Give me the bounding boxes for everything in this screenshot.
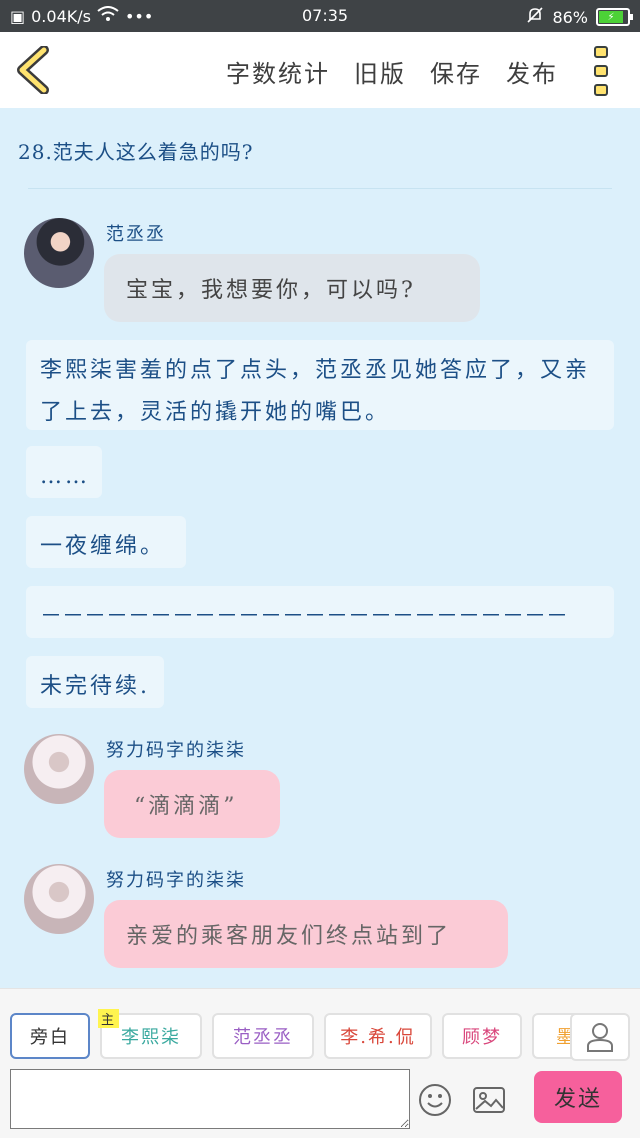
image-icon (473, 1087, 505, 1113)
speaker-name: 努力码字的柒柒 (106, 870, 246, 891)
status-bar: ▣ 0.04K/s ••• 07:35 86% ⚡ (0, 0, 640, 32)
composer-bar: 旁白 主 李熙柒 范丞丞 李.希.侃 顾梦 墨 发送 (0, 988, 640, 1138)
role-li-xikan[interactable]: 李.希.侃 (324, 1013, 432, 1059)
menu-dot-icon (594, 84, 608, 96)
story-content: 28.范夫人这么着急的吗? 范丞丞 宝宝，我想要你，可以吗? 李熙柒害羞的点了点… (0, 108, 640, 988)
narration-block[interactable]: －－－－－－－－－－－－－－－－－－－－－－－－ (26, 586, 614, 638)
speaker-name: 努力码字的柒柒 (106, 740, 246, 761)
word-count-button[interactable]: 字数统计 (226, 54, 330, 89)
role-narrator[interactable]: 旁白 (10, 1013, 90, 1059)
avatar[interactable] (24, 218, 94, 288)
chat-bubble[interactable]: 亲爱的乘客朋友们终点站到了 (104, 900, 508, 968)
menu-dot-icon (594, 65, 608, 77)
menu-dot-icon (594, 46, 608, 58)
back-button[interactable] (14, 45, 54, 95)
editor-header: 字数统计 旧版 保存 发布 (0, 32, 640, 108)
role-gu-meng[interactable]: 顾梦 (442, 1013, 522, 1059)
chat-bubble[interactable]: 宝宝，我想要你，可以吗? (104, 254, 480, 322)
send-button[interactable]: 发送 (534, 1071, 622, 1123)
role-li-xiqi[interactable]: 主 李熙柒 (98, 1009, 202, 1059)
role-fan-chengcheng[interactable]: 范丞丞 (212, 1013, 314, 1059)
person-icon (587, 1023, 613, 1052)
divider (28, 188, 612, 189)
wifi-icon (97, 6, 119, 26)
old-version-button[interactable]: 旧版 (354, 54, 406, 89)
role-label: 李.希.侃 (340, 1027, 416, 1048)
narration-block[interactable]: 一夜缠绵。 (26, 516, 186, 568)
narration-block[interactable]: 李熙柒害羞的点了点头，范丞丞见她答应了，又亲了上去，灵活的撬开她的嘴巴。 (26, 340, 614, 430)
avatar[interactable] (24, 864, 94, 934)
publish-button[interactable]: 发布 (506, 54, 558, 89)
main-role-badge: 主 (98, 1009, 120, 1028)
narration-block[interactable]: 未完待续. (26, 656, 164, 708)
mute-bell-icon (526, 6, 544, 28)
save-button[interactable]: 保存 (430, 54, 482, 89)
message-input[interactable] (10, 1069, 410, 1129)
network-speed: 0.04K/s (31, 6, 91, 26)
chat-bubble[interactable]: “滴滴滴” (104, 770, 280, 838)
speaker-name: 范丞丞 (106, 224, 166, 245)
narration-block[interactable]: …… (26, 446, 102, 498)
emoji-button[interactable] (418, 1083, 452, 1117)
menu-button[interactable] (594, 46, 614, 96)
role-label: 旁白 (30, 1027, 70, 1048)
role-label: 顾梦 (462, 1027, 502, 1048)
chevron-left-icon (17, 45, 49, 95)
battery-percent: 86% (552, 7, 588, 27)
clock: 07:35 (302, 6, 349, 25)
avatar[interactable] (24, 734, 94, 804)
battery-icon: ⚡ (596, 8, 633, 26)
notification-icon: ▣ (10, 6, 26, 26)
profile-button[interactable] (570, 1013, 630, 1061)
chapter-title: 28.范夫人这么着急的吗? (18, 140, 254, 164)
image-button[interactable] (472, 1083, 506, 1117)
more-icon: ••• (124, 6, 154, 26)
role-label: 李熙柒 (121, 1027, 181, 1048)
smiley-icon (419, 1084, 451, 1116)
role-label: 范丞丞 (233, 1027, 293, 1048)
